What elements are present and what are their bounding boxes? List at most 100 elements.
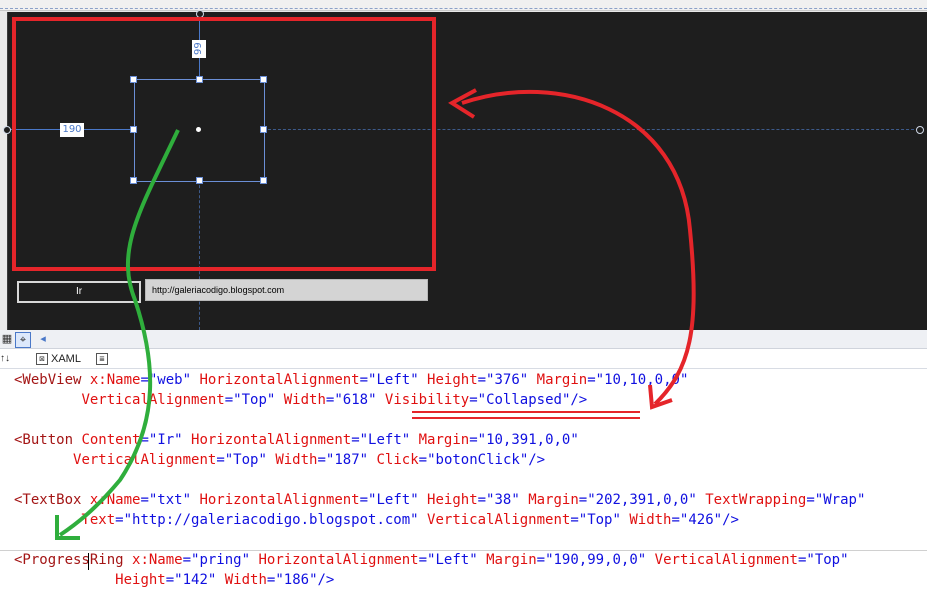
snap-icon[interactable]: ⌖ xyxy=(15,332,31,348)
split-view-icon[interactable]: ≣ xyxy=(96,353,108,365)
code-line[interactable]: Text="http://galeriacodigo.blogspot.com"… xyxy=(14,510,739,530)
code-token-plain: "/> xyxy=(713,512,739,528)
code-line[interactable]: VerticalAlignment="Top" Width="618" Visi… xyxy=(14,390,587,410)
code-token-plain: " xyxy=(266,392,284,408)
code-token-val: txt xyxy=(157,492,183,508)
xaml-tab-icon: ⊠ xyxy=(36,353,48,365)
code-token-plain: " xyxy=(856,492,866,508)
code-token-plain: =" xyxy=(587,372,605,388)
code-line[interactable]: Height="142" Width="186"/> xyxy=(14,570,334,590)
code-token-tag: <ProgressRing xyxy=(14,552,133,568)
code-token-val: Collapsed xyxy=(486,392,562,408)
code-token-plain: =" xyxy=(317,452,335,468)
resize-handle-top-right[interactable] xyxy=(260,76,267,83)
code-token-val: pring xyxy=(199,552,242,568)
text-caret xyxy=(88,553,89,570)
code-token-plain: =" xyxy=(418,552,436,568)
code-token-plain: =" xyxy=(570,512,588,528)
code-token-plain: " xyxy=(258,452,276,468)
code-token-val: 186 xyxy=(283,572,310,588)
resize-handle-bottom-left[interactable] xyxy=(130,177,137,184)
code-token-val: Top xyxy=(587,512,613,528)
code-token-plain: =" xyxy=(115,512,133,528)
code-token-attr: Margin xyxy=(528,492,579,508)
code-token-plain: " xyxy=(182,492,200,508)
left-margin-handle[interactable] xyxy=(3,126,11,134)
visibility-underline-1 xyxy=(412,411,640,413)
code-token-val: Left xyxy=(376,372,411,388)
code-token-attr: Click xyxy=(376,452,419,468)
code-line[interactable]: <ProgressRing x:Name="pring" HorizontalA… xyxy=(14,550,849,570)
code-token-val: Ir xyxy=(157,432,175,448)
code-token-attr: x:Name xyxy=(132,552,183,568)
url-textbox[interactable]: http://galeriacodigo.blogspot.com xyxy=(145,279,428,301)
code-token-val: web xyxy=(157,372,183,388)
code-token-plain: " xyxy=(207,572,225,588)
code-token-plain: =" xyxy=(165,572,183,588)
resize-handle-top[interactable] xyxy=(196,76,203,83)
code-token-plain: " xyxy=(368,392,385,408)
code-token-val: 10,10,0,0 xyxy=(604,372,680,388)
code-token-plain: " xyxy=(688,492,706,508)
code-token-plain: =" xyxy=(359,492,377,508)
code-token-attr: HorizontalAlignment xyxy=(258,552,419,568)
tab-xaml[interactable]: XAML xyxy=(51,351,81,367)
code-token-val: Left xyxy=(376,492,411,508)
code-token-attr: VerticalAlignment xyxy=(81,392,225,408)
code-token-plain: " xyxy=(401,432,419,448)
code-token-plain: =" xyxy=(418,452,436,468)
code-token-plain: =" xyxy=(216,452,234,468)
code-token-val: 142 xyxy=(182,572,208,588)
code-token-plain: =" xyxy=(477,492,495,508)
code-token-plain: " xyxy=(570,432,579,448)
scroll-left-icon[interactable]: ◂ xyxy=(36,332,50,346)
code-token-plain: " xyxy=(469,552,487,568)
resize-handle-bottom-right[interactable] xyxy=(260,177,267,184)
code-line[interactable]: <WebView x:Name="web" HorizontalAlignmen… xyxy=(14,370,688,390)
code-token-attr: x:Name xyxy=(89,492,141,508)
code-line[interactable]: VerticalAlignment="Top" Width="187" Clic… xyxy=(14,450,545,470)
grid-icon[interactable]: ▦ xyxy=(0,332,14,346)
code-token-val: 376 xyxy=(494,372,520,388)
resize-handle-bottom[interactable] xyxy=(196,177,203,184)
right-margin-handle[interactable] xyxy=(916,126,924,134)
code-token-attr: VerticalAlignment xyxy=(73,452,217,468)
code-token-plain: =" xyxy=(351,432,369,448)
code-token-plain: =" xyxy=(536,552,554,568)
code-token-plain: " xyxy=(182,372,200,388)
code-token-attr: Height xyxy=(115,572,166,588)
xaml-code-editor[interactable]: <WebView x:Name="web" HorizontalAlignmen… xyxy=(0,369,927,592)
code-token-attr: x:Name xyxy=(89,372,141,388)
ir-button[interactable]: Ir xyxy=(17,281,141,303)
code-token-plain: " xyxy=(241,552,259,568)
code-token-plain: =" xyxy=(806,492,824,508)
code-token-plain: =" xyxy=(797,552,815,568)
code-token-tag: <WebView xyxy=(14,372,90,388)
code-token-plain: " xyxy=(637,552,655,568)
code-token-attr: Visibility xyxy=(384,392,470,408)
swap-panes-icon[interactable]: ↑↓ xyxy=(0,351,10,367)
code-token-plain: =" xyxy=(469,432,487,448)
code-token-plain: " xyxy=(410,492,428,508)
code-token-val: 10,391,0,0 xyxy=(486,432,571,448)
code-token-plain: " xyxy=(410,372,428,388)
code-token-val: botonClick xyxy=(435,452,520,468)
code-token-val: Top xyxy=(233,452,259,468)
code-token-attr: Height xyxy=(427,492,478,508)
code-token-plain: " xyxy=(519,372,537,388)
code-token-plain: =" xyxy=(359,372,377,388)
code-token-plain: =" xyxy=(578,492,596,508)
resize-handle-left[interactable] xyxy=(130,126,137,133)
code-line[interactable]: <TextBox x:Name="txt" HorizontalAlignmen… xyxy=(14,490,865,510)
code-token-tag: <Button xyxy=(14,432,82,448)
code-line[interactable]: <Button Content="Ir" HorizontalAlignment… xyxy=(14,430,579,450)
code-token-val: 202,391,0,0 xyxy=(595,492,689,508)
resize-handle-right[interactable] xyxy=(260,126,267,133)
code-token-val: Wrap xyxy=(823,492,857,508)
resize-handle-top-left[interactable] xyxy=(130,76,137,83)
code-token-attr: HorizontalAlignment xyxy=(199,492,360,508)
code-token-val: 426 xyxy=(688,512,714,528)
